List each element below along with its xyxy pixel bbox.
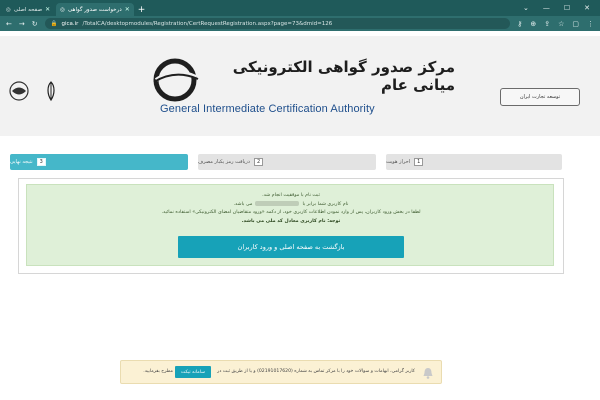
browser-tab-bar: ◎ صفحه اصلی ✕ ◎ درخواست صدور گواهی ✕ + ⌄… — [0, 0, 600, 16]
trade-logo-text: توسعه تجارت ایران — [519, 94, 561, 100]
tab-home-label: صفحه اصلی — [13, 6, 43, 13]
step-number: 1 — [414, 158, 424, 166]
close-icon[interactable]: ✕ — [45, 6, 50, 13]
step-label: دریافت رمز یکبار مصرف — [198, 159, 251, 165]
step-otp: 2 دریافت رمز یکبار مصرف — [198, 154, 376, 170]
menu-icon[interactable]: ⋮ — [587, 20, 594, 28]
chevron-down-icon[interactable]: ⌄ — [523, 4, 529, 12]
trade-logo: توسعه تجارت ایران — [500, 88, 580, 106]
sidebar-icon[interactable]: ▢ — [572, 20, 579, 28]
step-label: نتیجه نهایی — [10, 159, 33, 165]
success-message: ثبت نام با موفقیت انجام شد. — [262, 193, 320, 198]
new-tab-button[interactable]: + — [138, 4, 146, 16]
close-icon[interactable]: ✕ — [125, 6, 130, 13]
share-icon[interactable]: ⇪ — [544, 20, 550, 28]
government-emblems — [8, 80, 62, 102]
gica-logo-icon — [153, 58, 199, 102]
globe-icon: ◎ — [60, 6, 65, 13]
step-label: احراز هویت — [386, 159, 411, 165]
reload-icon[interactable]: ↻ — [32, 20, 38, 28]
address-bar-row: ← → ↻ 🔒 gica.ir/TotalCA/desktopmodules/R… — [0, 16, 600, 31]
ticket-system-button[interactable]: سامانه تیکت — [175, 366, 211, 378]
bell-icon — [423, 368, 433, 379]
login-instruction: لطفا در بخش ورود کاربران، پس از وارد نمو… — [161, 210, 421, 215]
minimize-icon[interactable]: — — [543, 4, 550, 12]
lock-icon: 🔒 — [50, 20, 58, 27]
url-path: /TotalCA/desktopmodules/Registration/Cer… — [82, 20, 333, 27]
star-icon[interactable]: ☆ — [558, 20, 564, 28]
tab-certificate-request[interactable]: ◎ درخواست صدور گواهی ✕ — [56, 3, 134, 16]
support-notice-tail: مطرح بفرمایید. — [143, 369, 173, 374]
page-title-fa: مرکز صدور گواهی الکترونیکی میانی عام — [232, 58, 455, 94]
page-title-en: General Intermediate Certification Autho… — [160, 103, 375, 115]
globe-icon: ◎ — [6, 6, 11, 13]
url-host: gica.ir — [61, 20, 79, 27]
support-notice: کاربر گرامی، ابهامات و سوالات خود را با … — [120, 360, 442, 384]
zoom-icon[interactable]: ⊕ — [530, 20, 536, 28]
iran-emblem-icon — [47, 81, 55, 102]
maximize-icon[interactable]: ☐ — [564, 4, 570, 12]
back-icon[interactable]: ← — [6, 20, 12, 28]
url-field[interactable]: 🔒 gica.ir/TotalCA/desktopmodules/Registr… — [44, 18, 511, 29]
step-final-result: 3 نتیجه نهایی — [10, 154, 188, 170]
address-bar-icons: ⚷ ⊕ ⇪ ☆ ▢ ⋮ — [517, 20, 594, 28]
username-note: توجه: نام کاربری معادل کد ملی می باشد. — [241, 219, 341, 224]
support-notice-text: کاربر گرامی، ابهامات و سوالات خود را با … — [217, 369, 415, 374]
window-controls: ⌄ — ☐ ✕ — [523, 0, 600, 16]
username-message: نام کاربری شما برابر با می باشد. — [27, 201, 555, 207]
tab-certificate-request-label: درخواست صدور گواهی — [67, 6, 122, 13]
close-window-icon[interactable]: ✕ — [584, 4, 590, 12]
step-number: 3 — [36, 158, 46, 166]
username-redacted — [255, 201, 300, 206]
username-prefix: نام کاربری شما برابر با — [302, 202, 349, 207]
username-suffix: می باشد. — [233, 202, 253, 207]
tab-home[interactable]: ◎ صفحه اصلی ✕ — [2, 3, 54, 16]
step-identity-verification: 1 احراز هویت — [386, 154, 562, 170]
forward-icon[interactable]: → — [19, 20, 25, 28]
key-icon[interactable]: ⚷ — [517, 20, 522, 28]
return-home-button[interactable]: بازگشت به صفحه اصلی و ورود کاربران — [178, 236, 404, 258]
step-number: 2 — [254, 158, 264, 166]
ministry-emblem-icon — [9, 81, 29, 101]
